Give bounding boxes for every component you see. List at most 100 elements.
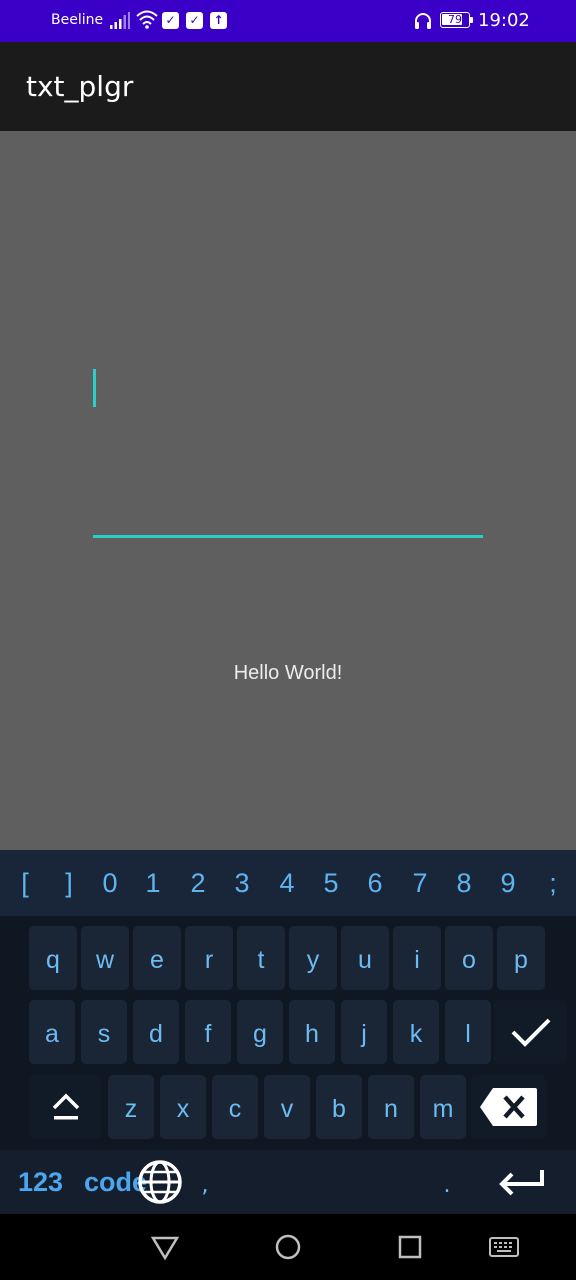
letter-key-label: q: [46, 946, 60, 974]
letter-key-t[interactable]: t: [237, 926, 285, 990]
letter-key-n[interactable]: n: [368, 1075, 414, 1139]
text-cursor: [93, 369, 96, 407]
letter-key-label: m: [432, 1095, 454, 1123]
carrier-name: Beeline: [51, 12, 104, 28]
checkmark-icon: [511, 1018, 550, 1047]
navigation-bar: [0, 1214, 576, 1280]
letter-key-f[interactable]: f: [185, 1000, 231, 1064]
letter-key-label: d: [149, 1020, 163, 1048]
letter-key-b[interactable]: b: [316, 1075, 362, 1139]
edit-text-field[interactable]: [93, 360, 483, 540]
letter-key-j[interactable]: j: [341, 1000, 387, 1064]
numbers-key[interactable]: 123: [18, 1150, 78, 1214]
shift-key[interactable]: [29, 1075, 102, 1139]
upload-icon: ↑: [210, 12, 227, 29]
comma-key[interactable]: ,: [188, 1150, 222, 1214]
letter-key-d[interactable]: d: [133, 1000, 179, 1064]
letter-key-h[interactable]: h: [289, 1000, 335, 1064]
number-row-key[interactable]: 3: [227, 850, 257, 916]
letter-key-r[interactable]: r: [185, 926, 233, 990]
number-row-key[interactable]: [: [10, 850, 40, 916]
letter-key-w[interactable]: w: [81, 926, 129, 990]
backspace-icon: [479, 1088, 537, 1126]
letter-key-label: i: [414, 946, 420, 974]
letter-key-e[interactable]: e: [133, 926, 181, 990]
enter-icon: [499, 1170, 544, 1196]
letter-key-label: y: [306, 946, 320, 974]
number-row-key[interactable]: ]: [54, 850, 84, 916]
soft-keyboard: [] 0 1 2 3 4 5 6 7 8 9; 123 code , . q w…: [0, 850, 576, 1214]
letter-key-label: x: [176, 1095, 190, 1123]
battery-level: 79: [448, 13, 462, 26]
letter-key-v[interactable]: v: [264, 1075, 310, 1139]
wifi-icon: [136, 10, 158, 29]
number-row-key[interactable]: 7: [405, 850, 435, 916]
letter-key-a[interactable]: a: [29, 1000, 75, 1064]
number-row-key[interactable]: ;: [538, 850, 568, 916]
hello-text: Hello World!: [233, 662, 343, 684]
letter-key-label: c: [228, 1095, 242, 1123]
space-key[interactable]: [228, 1150, 424, 1214]
number-row-key[interactable]: 5: [316, 850, 346, 916]
shift-icon: [52, 1093, 79, 1120]
letter-key-label: b: [332, 1095, 346, 1123]
letter-key-label: z: [124, 1095, 138, 1123]
letter-key-label: h: [305, 1020, 319, 1048]
letter-key-label: u: [358, 946, 372, 974]
letter-key-y[interactable]: y: [289, 926, 337, 990]
letter-key-label: r: [204, 946, 214, 974]
letter-key-label: v: [280, 1095, 294, 1123]
number-row-key[interactable]: 4: [272, 850, 302, 916]
letter-key-o[interactable]: o: [445, 926, 493, 990]
letter-key-l[interactable]: l: [445, 1000, 491, 1064]
letter-key-label: k: [409, 1020, 423, 1048]
backspace-key[interactable]: [471, 1075, 546, 1139]
number-row-key[interactable]: 2: [183, 850, 213, 916]
letter-key-z[interactable]: z: [108, 1075, 154, 1139]
letter-key-label: a: [45, 1020, 59, 1048]
headset-icon: [415, 13, 431, 29]
letter-key-k[interactable]: k: [393, 1000, 439, 1064]
letter-key-c[interactable]: c: [212, 1075, 258, 1139]
letter-key-u[interactable]: u: [341, 926, 389, 990]
language-key[interactable]: [137, 1155, 183, 1209]
letter-key-s[interactable]: s: [81, 1000, 127, 1064]
letter-key-label: n: [384, 1095, 398, 1123]
letter-key-label: e: [150, 946, 164, 974]
app-bar: txt_plgr: [0, 42, 576, 131]
keyboard-switch-icon[interactable]: [488, 1232, 520, 1262]
number-row-key[interactable]: 9: [493, 850, 523, 916]
number-row-key[interactable]: 6: [360, 850, 390, 916]
letter-key-label: t: [257, 946, 265, 974]
number-row-key[interactable]: 1: [138, 850, 168, 916]
letter-key-label: p: [514, 946, 528, 974]
letter-key-q[interactable]: q: [29, 926, 77, 990]
number-row-key[interactable]: 8: [449, 850, 479, 916]
letter-key-x[interactable]: x: [160, 1075, 206, 1139]
notification-check-icon: ✓: [186, 12, 203, 29]
number-row: [] 0 1 2 3 4 5 6 7 8 9;: [0, 850, 576, 916]
letter-key-p[interactable]: p: [497, 926, 545, 990]
done-key[interactable]: [494, 1000, 567, 1064]
status-clock: 19:02: [478, 10, 530, 31]
letter-key-label: j: [361, 1020, 367, 1048]
recents-icon[interactable]: [395, 1232, 425, 1262]
home-icon[interactable]: [273, 1232, 303, 1262]
app-title: txt_plgr: [26, 70, 134, 103]
status-bar: Beeline ✓ ✓ ↑ 79 19:02: [0, 0, 576, 42]
period-key[interactable]: .: [430, 1150, 464, 1214]
signal-icon: [110, 12, 130, 29]
number-row-key[interactable]: 0: [95, 850, 125, 916]
letter-key-label: l: [465, 1020, 471, 1048]
letter-key-label: w: [95, 946, 115, 974]
numbers-key-label: 123: [18, 1167, 64, 1197]
letter-key-label: o: [462, 946, 476, 974]
letter-key-label: f: [204, 1020, 212, 1048]
letter-key-i[interactable]: i: [393, 926, 441, 990]
period-key-label: .: [443, 1173, 451, 1198]
letter-key-m[interactable]: m: [420, 1075, 466, 1139]
enter-key[interactable]: [484, 1150, 564, 1214]
back-icon[interactable]: [150, 1232, 180, 1262]
letter-key-g[interactable]: g: [237, 1000, 283, 1064]
globe-icon: [138, 1160, 182, 1204]
